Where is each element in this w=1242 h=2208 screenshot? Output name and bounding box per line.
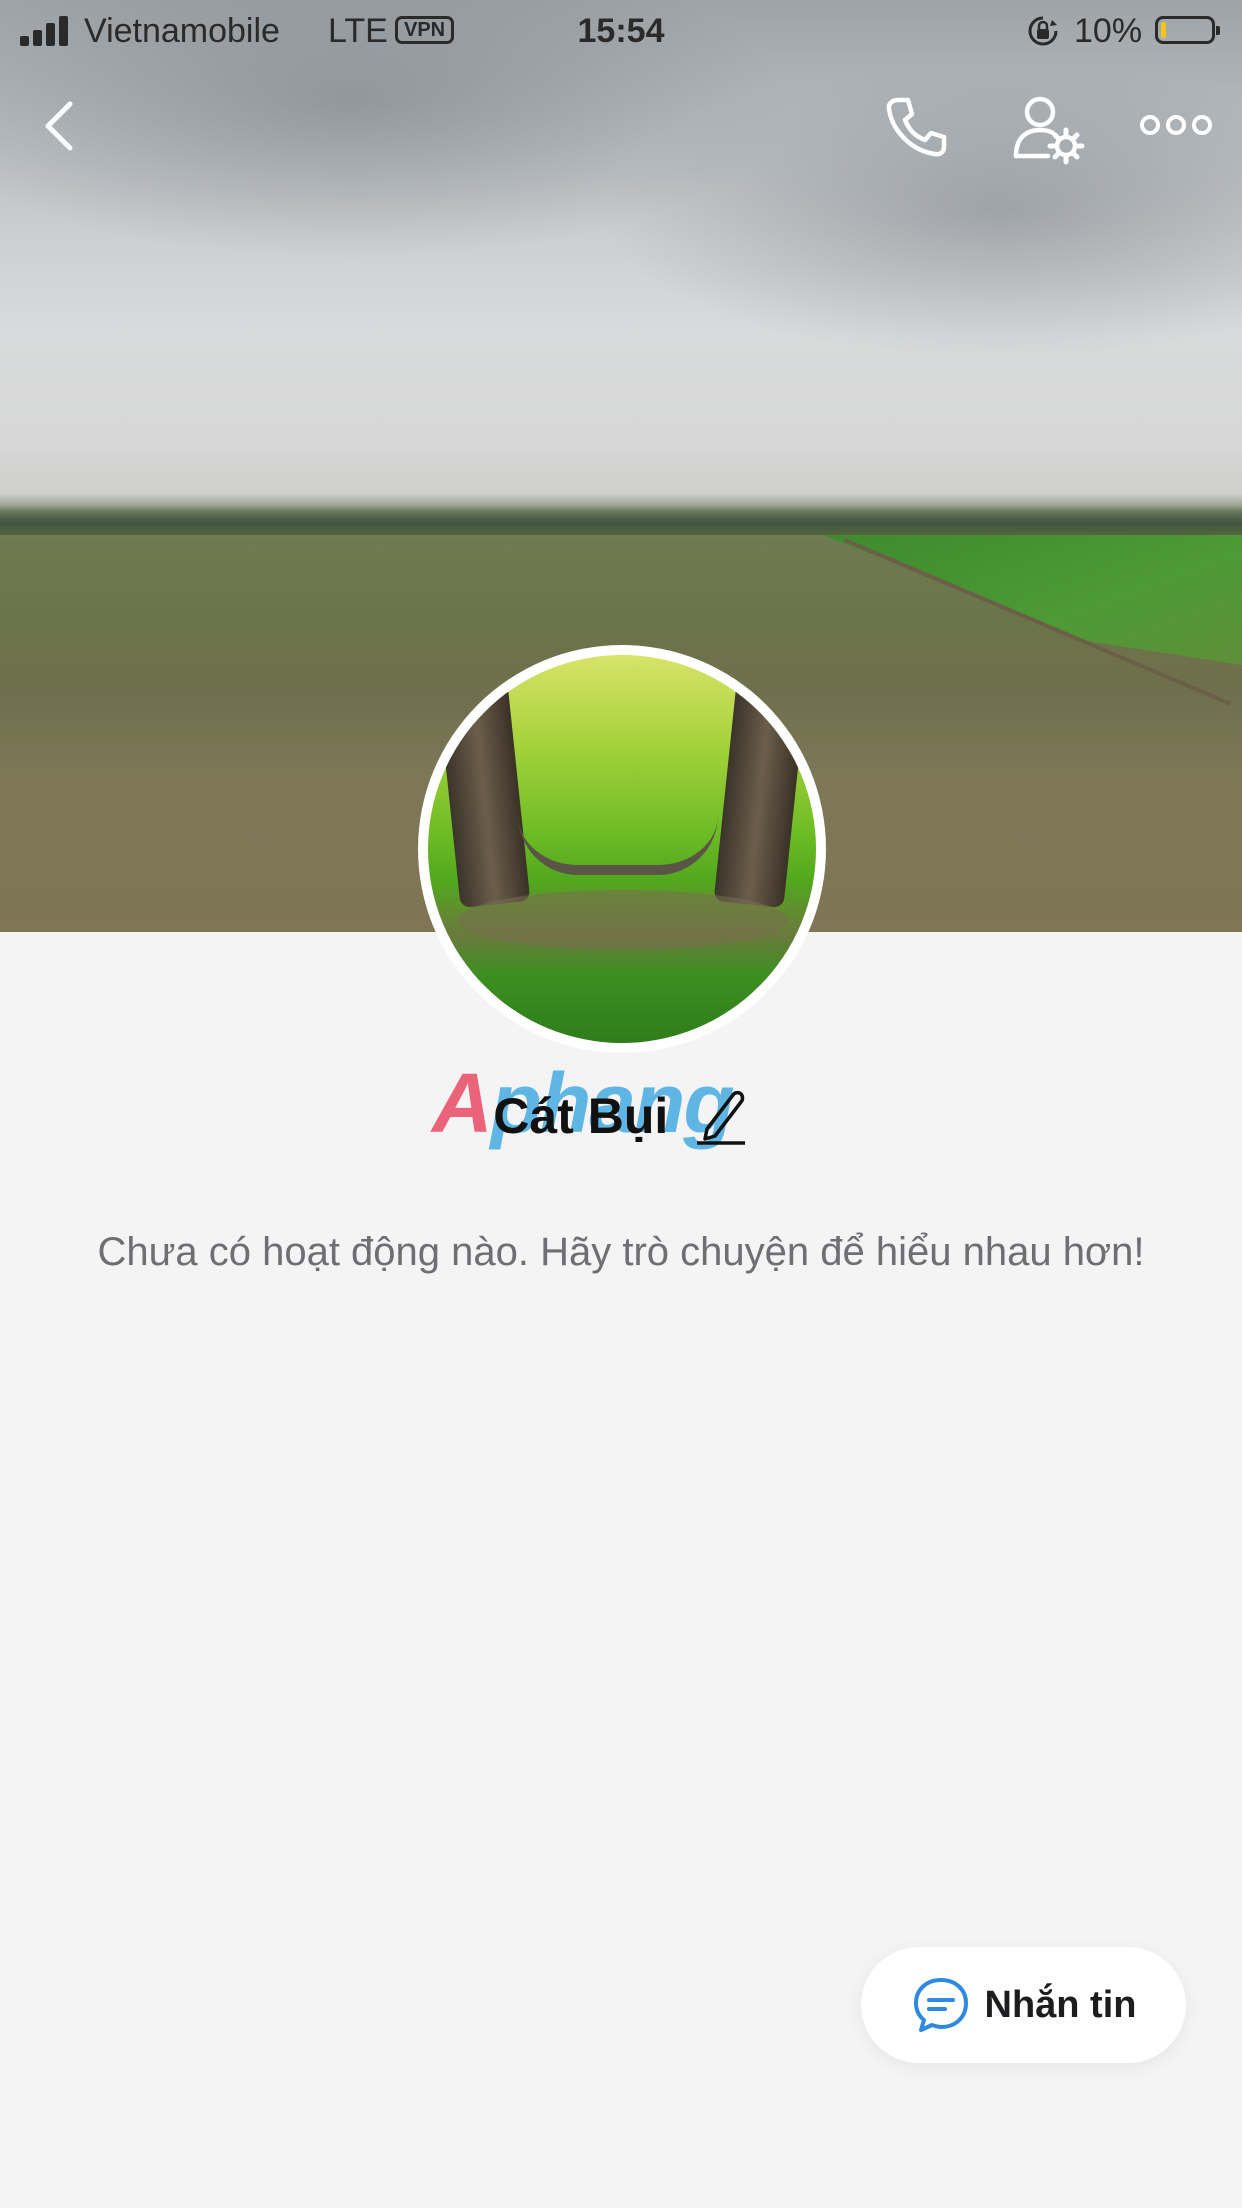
back-button[interactable] — [34, 90, 94, 160]
message-button-label: Nhắn tin — [984, 1983, 1137, 2026]
rotation-lock-icon — [1028, 16, 1058, 46]
more-horizontal-icon — [1140, 115, 1212, 135]
edit-name-button[interactable] — [695, 1085, 749, 1147]
watermark-part-1: A — [432, 1056, 493, 1150]
profile-settings-button[interactable] — [1012, 92, 1086, 166]
more-button[interactable] — [1138, 100, 1214, 150]
pencil-icon — [696, 1090, 745, 1145]
battery-percent: 10% — [1074, 12, 1143, 50]
chevron-left-icon — [45, 101, 73, 151]
battery-icon — [1155, 16, 1220, 44]
avatar-image — [428, 655, 816, 1043]
profile-name-row: Cát Bụi — [0, 1085, 1242, 1155]
user-settings-icon — [1013, 96, 1085, 165]
cover-horizon — [0, 505, 1242, 535]
battery-fill — [1161, 22, 1166, 38]
empty-activity-message: Chưa có hoạt động nào. Hãy trò chuyện để… — [97, 1230, 1145, 1274]
call-button[interactable] — [880, 92, 950, 162]
chat-bubble-icon — [913, 1978, 968, 2032]
avatar[interactable] — [418, 645, 826, 1053]
profile-name: Cát Bụi — [493, 1088, 669, 1144]
status-bar: Vietnamobile LTE VPN 15:54 10% — [0, 0, 1242, 62]
message-button[interactable]: Nhắn tin — [861, 1947, 1186, 2063]
phone-icon — [886, 97, 947, 157]
